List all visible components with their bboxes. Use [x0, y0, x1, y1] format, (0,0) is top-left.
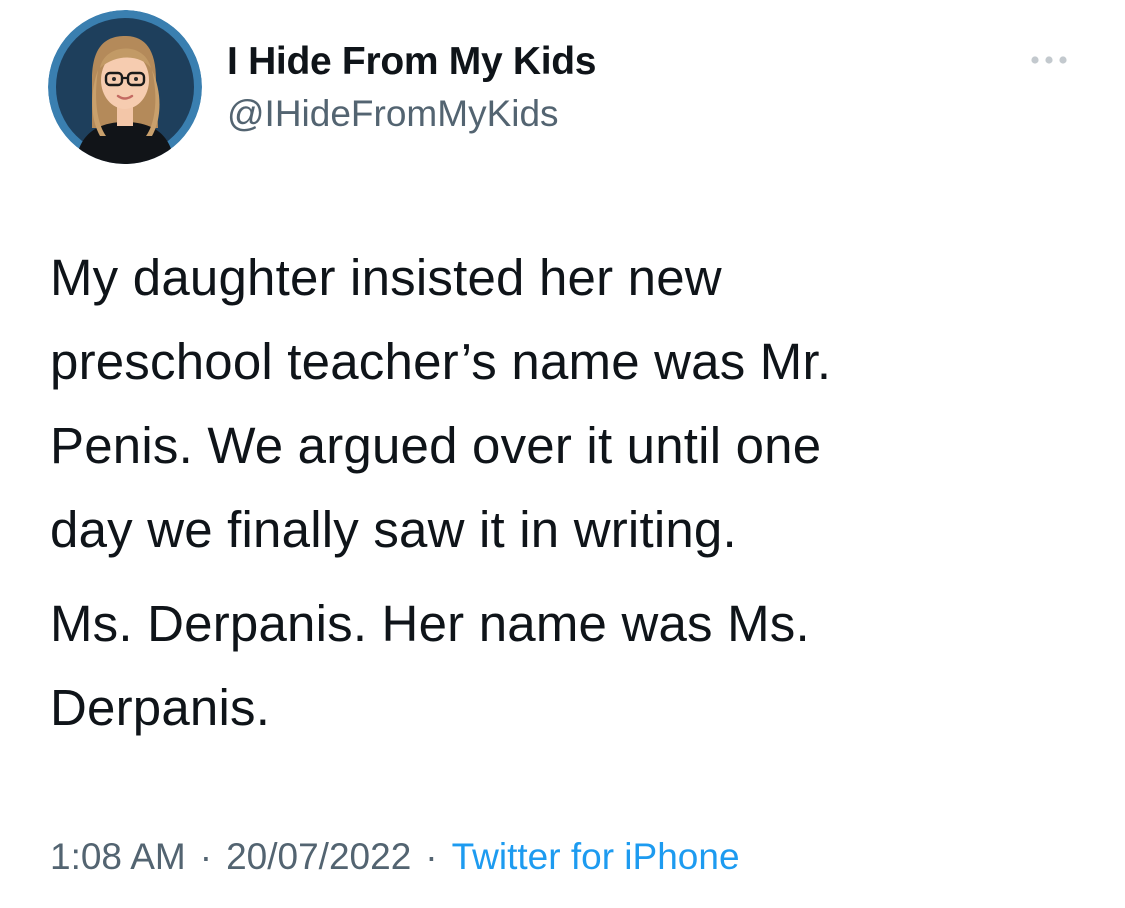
meta-separator: ·: [199, 836, 213, 877]
tweet-meta: 1:08 AM · 20/07/2022 · Twitter for iPhone: [50, 833, 740, 881]
author-handle[interactable]: @IHideFromMyKids: [227, 91, 559, 137]
tweet-date: 20/07/2022: [226, 836, 412, 877]
tweet-time: 1:08 AM: [50, 836, 186, 877]
more-horizontal-icon: [1031, 56, 1067, 64]
tweet-paragraph-2: Ms. Derpanis. Her name was Ms. Derpanis.: [50, 595, 810, 736]
tweet-paragraph-1: My daughter insisted her new preschool t…: [50, 249, 832, 558]
author-display-name[interactable]: I Hide From My Kids: [227, 38, 596, 86]
tweet: I Hide From My Kids @IHideFromMyKids My …: [0, 0, 1125, 908]
tweet-text: My daughter insisted her new preschool t…: [50, 236, 1100, 750]
tweet-source-link[interactable]: Twitter for iPhone: [452, 836, 740, 877]
meta-separator: ·: [425, 836, 438, 877]
avatar-illustration-icon: [48, 10, 202, 164]
avatar[interactable]: [48, 10, 202, 164]
more-options-button[interactable]: [1024, 45, 1074, 75]
